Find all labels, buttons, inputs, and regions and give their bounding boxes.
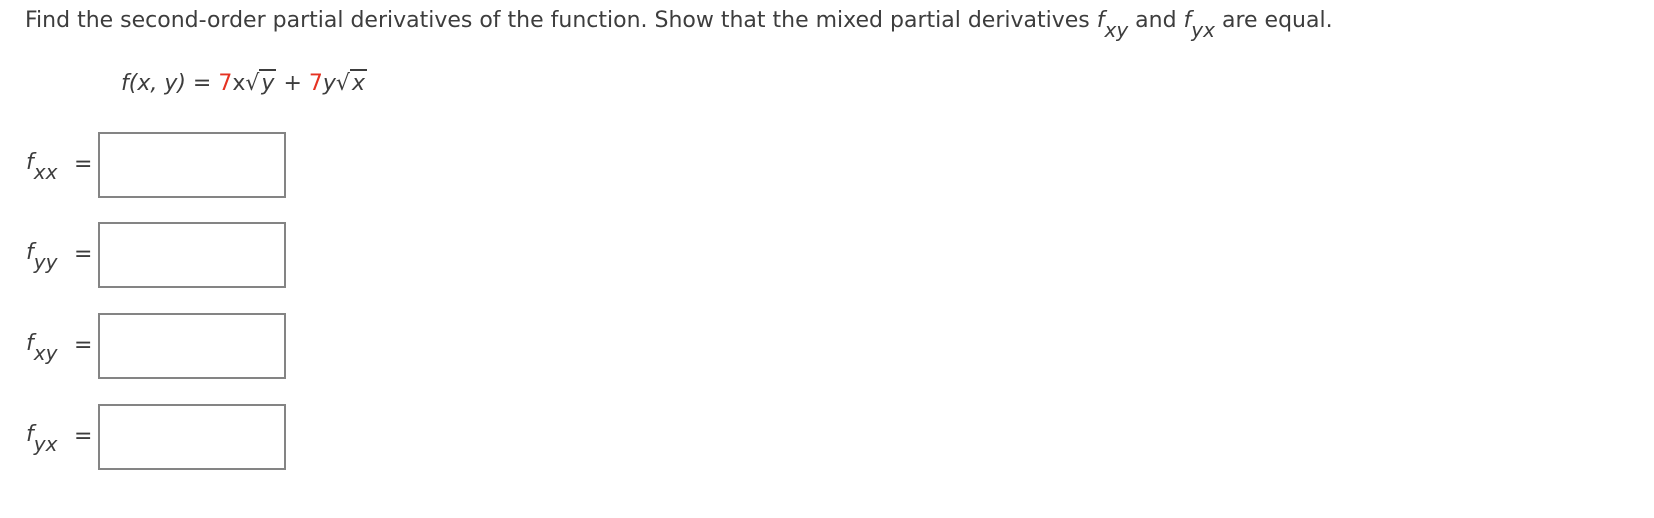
answer-label: fyx: [26, 422, 58, 456]
answer-label: fxx: [26, 150, 58, 184]
question-end: are equal.: [1214, 8, 1333, 33]
answer-label: fyy: [26, 240, 58, 274]
answer-label: fxy: [26, 331, 58, 365]
subscript-xy: xy: [1104, 18, 1129, 42]
coefficient-2: 7: [308, 71, 323, 96]
radicand-x: x: [349, 69, 367, 96]
answer-row-fxx: fxx =: [26, 132, 296, 198]
answer-input-fyx[interactable]: [98, 404, 286, 470]
coefficient-1: 7: [218, 71, 233, 96]
function-equation: f(x, y) = 7x√y + 7y√x: [121, 69, 367, 96]
function-lhs: f(x, y) =: [121, 71, 219, 96]
sqrt-icon: √: [245, 71, 260, 96]
sqrt-icon: √: [335, 71, 350, 96]
plus-sign: +: [276, 71, 309, 96]
answer-row-fyy: fyy =: [26, 222, 296, 288]
answer-input-fyy[interactable]: [98, 222, 286, 288]
answer-input-fxy[interactable]: [98, 313, 286, 379]
subscript-yx: yx: [1191, 18, 1215, 42]
equals-sign: =: [74, 424, 93, 449]
equals-sign: =: [74, 152, 93, 177]
question-intro: Find the second-order partial derivative…: [25, 8, 1097, 33]
answer-row-fxy: fxy =: [26, 313, 296, 379]
answer-row-fyx: fyx =: [26, 404, 296, 470]
radicand-y: y: [259, 69, 277, 96]
variable-y: y: [322, 71, 336, 96]
equals-sign: =: [74, 333, 93, 358]
variable-x: x: [232, 71, 246, 96]
and-text: and: [1128, 8, 1184, 33]
equals-sign: =: [74, 242, 93, 267]
answer-input-fxx[interactable]: [98, 132, 286, 198]
question-text: Find the second-order partial derivative…: [25, 8, 1333, 40]
